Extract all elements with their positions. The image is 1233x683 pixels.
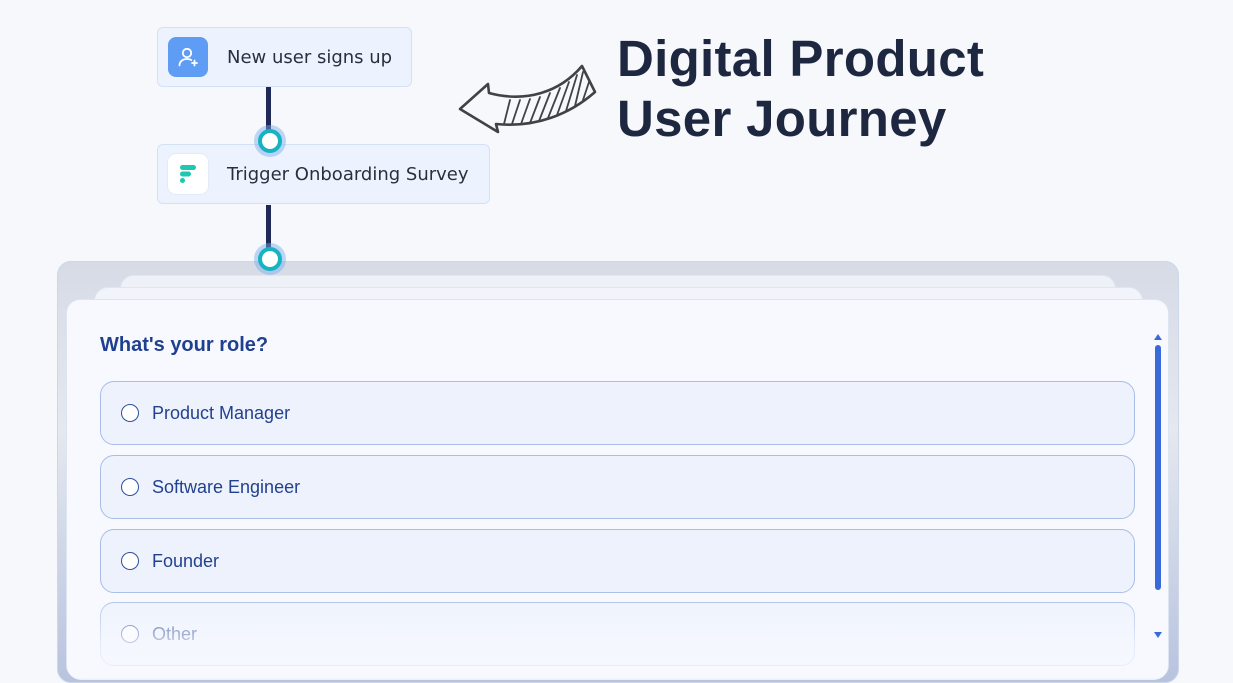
radio-button[interactable]	[121, 625, 139, 643]
survey-option-product-manager[interactable]: Product Manager	[100, 381, 1135, 445]
survey-option-founder[interactable]: Founder	[100, 529, 1135, 593]
survey-option-label: Other	[152, 623, 198, 644]
scroll-up-arrow-icon[interactable]	[1154, 334, 1162, 340]
survey-logo-icon	[168, 154, 208, 194]
page-title-line-1: Digital Product	[617, 30, 985, 87]
flow-connector-dot[interactable]	[258, 129, 282, 153]
survey-question: What's your role?	[100, 334, 269, 356]
survey-card: What's your role? Product Manager Softwa…	[66, 299, 1169, 680]
flow-node-label: Trigger Onboarding Survey	[227, 163, 469, 185]
flow-node-label: New user signs up	[227, 46, 393, 68]
survey-option-other[interactable]: Other	[100, 602, 1135, 666]
survey-option-software-engineer[interactable]: Software Engineer	[100, 455, 1135, 519]
hand-drawn-arrow-icon	[458, 64, 597, 134]
radio-button[interactable]	[121, 478, 139, 496]
survey-option-label: Software Engineer	[152, 476, 301, 497]
survey-option-label: Product Manager	[152, 402, 291, 423]
flow-node-new-user[interactable]: New user signs up	[157, 27, 412, 87]
flow-connector	[266, 205, 271, 249]
radio-button[interactable]	[121, 552, 139, 570]
scroll-down-arrow-icon[interactable]	[1154, 632, 1162, 638]
flow-connector	[266, 87, 271, 133]
flow-connector-dot[interactable]	[258, 247, 282, 271]
page-title: Digital Product User Journey	[617, 29, 984, 149]
survey-option-label: Founder	[152, 550, 220, 571]
page-title-line-2: User Journey	[617, 90, 947, 147]
radio-button[interactable]	[121, 404, 139, 422]
flow-node-onboarding-survey[interactable]: Trigger Onboarding Survey	[157, 144, 490, 204]
user-plus-icon	[168, 37, 208, 77]
scrollbar-thumb[interactable]	[1155, 345, 1161, 590]
